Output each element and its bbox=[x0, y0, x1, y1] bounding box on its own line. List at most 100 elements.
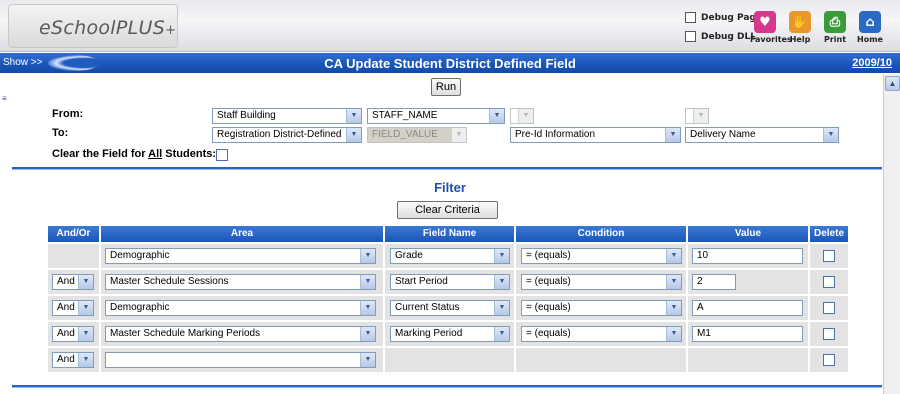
chevron-down-icon: ▼ bbox=[489, 109, 504, 123]
andor-select[interactable]: And ▼ bbox=[52, 300, 94, 316]
chevron-down-icon: ▼ bbox=[78, 353, 93, 367]
chevron-down-icon: ▼ bbox=[666, 301, 681, 315]
value-input[interactable]: M1 bbox=[692, 326, 803, 342]
delete-checkbox[interactable] bbox=[823, 250, 835, 262]
delete-checkbox[interactable] bbox=[823, 302, 835, 314]
area-select[interactable]: Demographic ▼ bbox=[105, 300, 376, 316]
grid-cell bbox=[385, 348, 514, 372]
home-button[interactable]: ⌂ Home bbox=[855, 11, 885, 44]
logo-plus-text: PLUS bbox=[115, 17, 166, 39]
chevron-down-icon: ▼ bbox=[360, 327, 375, 341]
column-header-andor: And/Or bbox=[48, 226, 99, 242]
home-label: Home bbox=[857, 35, 883, 44]
print-icon: ⎙ bbox=[824, 11, 846, 33]
print-label: Print bbox=[823, 35, 847, 44]
grid-cell bbox=[688, 348, 808, 372]
chevron-down-icon: ▼ bbox=[360, 353, 375, 367]
debug-dll-option[interactable]: Debug DLL bbox=[685, 31, 756, 42]
school-year-link[interactable]: 2009/10 bbox=[852, 57, 892, 69]
grid-cell bbox=[48, 244, 99, 268]
debug-dll-checkbox[interactable] bbox=[685, 31, 696, 42]
to-screen-select[interactable]: Pre-Id Information ▼ bbox=[510, 127, 681, 143]
chevron-down-icon: ▼ bbox=[518, 109, 533, 123]
delete-checkbox[interactable] bbox=[823, 354, 835, 366]
chevron-down-icon: ▼ bbox=[78, 301, 93, 315]
andor-select[interactable]: And ▼ bbox=[52, 274, 94, 290]
condition-select[interactable]: = (equals) ▼ bbox=[521, 326, 682, 342]
delete-checkbox[interactable] bbox=[823, 328, 835, 340]
chevron-down-icon: ▼ bbox=[823, 128, 838, 142]
to-name-select[interactable]: Delivery Name ▼ bbox=[685, 127, 839, 143]
chevron-down-icon: ▼ bbox=[346, 109, 361, 123]
chevron-down-icon: ▼ bbox=[666, 275, 681, 289]
run-button[interactable]: Run bbox=[431, 78, 461, 96]
home-icon: ⌂ bbox=[859, 11, 881, 33]
heart-icon: ♥ bbox=[754, 11, 776, 33]
to-label: To: bbox=[52, 127, 69, 139]
chevron-down-icon: ▼ bbox=[346, 128, 361, 142]
from-extra-select-2: ▼ bbox=[685, 108, 709, 124]
chevron-down-icon: ▼ bbox=[494, 275, 509, 289]
app-header: eSchoolPLUS+ Debug Page Debug DLL ♥ Favo… bbox=[0, 0, 900, 52]
debug-dll-label: Debug DLL bbox=[701, 32, 756, 42]
chevron-down-icon: ▼ bbox=[360, 249, 375, 263]
logo-text: eSchool bbox=[39, 17, 116, 39]
field-name-select[interactable]: Start Period ▼ bbox=[390, 274, 510, 290]
column-header-condition: Condition bbox=[516, 226, 686, 242]
vertical-scrollbar[interactable]: ▲ bbox=[883, 74, 900, 394]
help-label: Help bbox=[789, 35, 811, 44]
area-select[interactable]: Demographic ▼ bbox=[105, 248, 376, 264]
area-select[interactable]: Master Schedule Marking Periods ▼ bbox=[105, 326, 376, 342]
chevron-down-icon: ▼ bbox=[451, 128, 466, 142]
condition-select[interactable]: = (equals) ▼ bbox=[521, 274, 682, 290]
condition-select[interactable]: = (equals) ▼ bbox=[521, 248, 682, 264]
to-table-select[interactable]: Registration District-Defined ▼ bbox=[212, 127, 362, 143]
filter-title: Filter bbox=[434, 180, 466, 195]
page-title-bar: Show >> CA Update Student District Defin… bbox=[0, 53, 900, 73]
area-select[interactable]: ▼ bbox=[105, 352, 376, 368]
debug-page-checkbox[interactable] bbox=[685, 12, 696, 23]
column-header-field-name: Field Name bbox=[385, 226, 514, 242]
chevron-down-icon: ▼ bbox=[494, 301, 509, 315]
value-input[interactable]: 10 bbox=[692, 248, 803, 264]
chevron-down-icon: ▼ bbox=[78, 275, 93, 289]
grid-cell bbox=[516, 348, 686, 372]
condition-select[interactable]: = (equals) ▼ bbox=[521, 300, 682, 316]
app-logo: eSchoolPLUS+ bbox=[8, 4, 178, 48]
chevron-down-icon: ▼ bbox=[693, 109, 708, 123]
clear-criteria-button[interactable]: Clear Criteria bbox=[397, 201, 498, 219]
clear-all-students-checkbox[interactable] bbox=[216, 149, 228, 161]
column-header-value: Value bbox=[688, 226, 808, 242]
field-name-select[interactable]: Current Status ▼ bbox=[390, 300, 510, 316]
chevron-down-icon: ▼ bbox=[78, 327, 93, 341]
field-name-select[interactable]: Grade ▼ bbox=[390, 248, 510, 264]
logo-plus-sign: + bbox=[165, 23, 177, 38]
field-name-select[interactable]: Marking Period ▼ bbox=[390, 326, 510, 342]
page-title: CA Update Student District Defined Field bbox=[324, 56, 576, 71]
andor-select[interactable]: And ▼ bbox=[52, 352, 94, 368]
chevron-down-icon: ▼ bbox=[666, 249, 681, 263]
chevron-down-icon: ▼ bbox=[494, 249, 509, 263]
from-label: From: bbox=[52, 108, 84, 120]
column-header-delete: Delete bbox=[810, 226, 848, 242]
delete-checkbox[interactable] bbox=[823, 276, 835, 288]
bottom-divider bbox=[12, 385, 882, 388]
chevron-down-icon: ▼ bbox=[665, 128, 680, 142]
chevron-down-icon: ▼ bbox=[494, 327, 509, 341]
print-button[interactable]: ⎙ Print bbox=[820, 11, 850, 44]
clear-field-label: Clear the Field for All Students: bbox=[52, 148, 217, 160]
chevron-down-icon: ▼ bbox=[666, 327, 681, 341]
favorites-button[interactable]: ♥ Favorites bbox=[750, 11, 792, 44]
column-header-area: Area bbox=[101, 226, 383, 242]
help-button[interactable]: ✋ Help bbox=[785, 11, 815, 44]
collapse-handle-icon[interactable]: ≡ bbox=[2, 94, 7, 103]
andor-select[interactable]: And ▼ bbox=[52, 326, 94, 342]
value-input[interactable]: 2 bbox=[692, 274, 736, 290]
value-input[interactable]: A bbox=[692, 300, 803, 316]
scroll-up-icon[interactable]: ▲ bbox=[885, 76, 900, 91]
area-select[interactable]: Master Schedule Sessions ▼ bbox=[105, 274, 376, 290]
hand-icon: ✋ bbox=[789, 11, 811, 33]
from-table-select[interactable]: Staff Building ▼ bbox=[212, 108, 362, 124]
from-field-select[interactable]: STAFF_NAME ▼ bbox=[367, 108, 505, 124]
to-field-select: FIELD_VALUE ▼ bbox=[367, 127, 467, 143]
